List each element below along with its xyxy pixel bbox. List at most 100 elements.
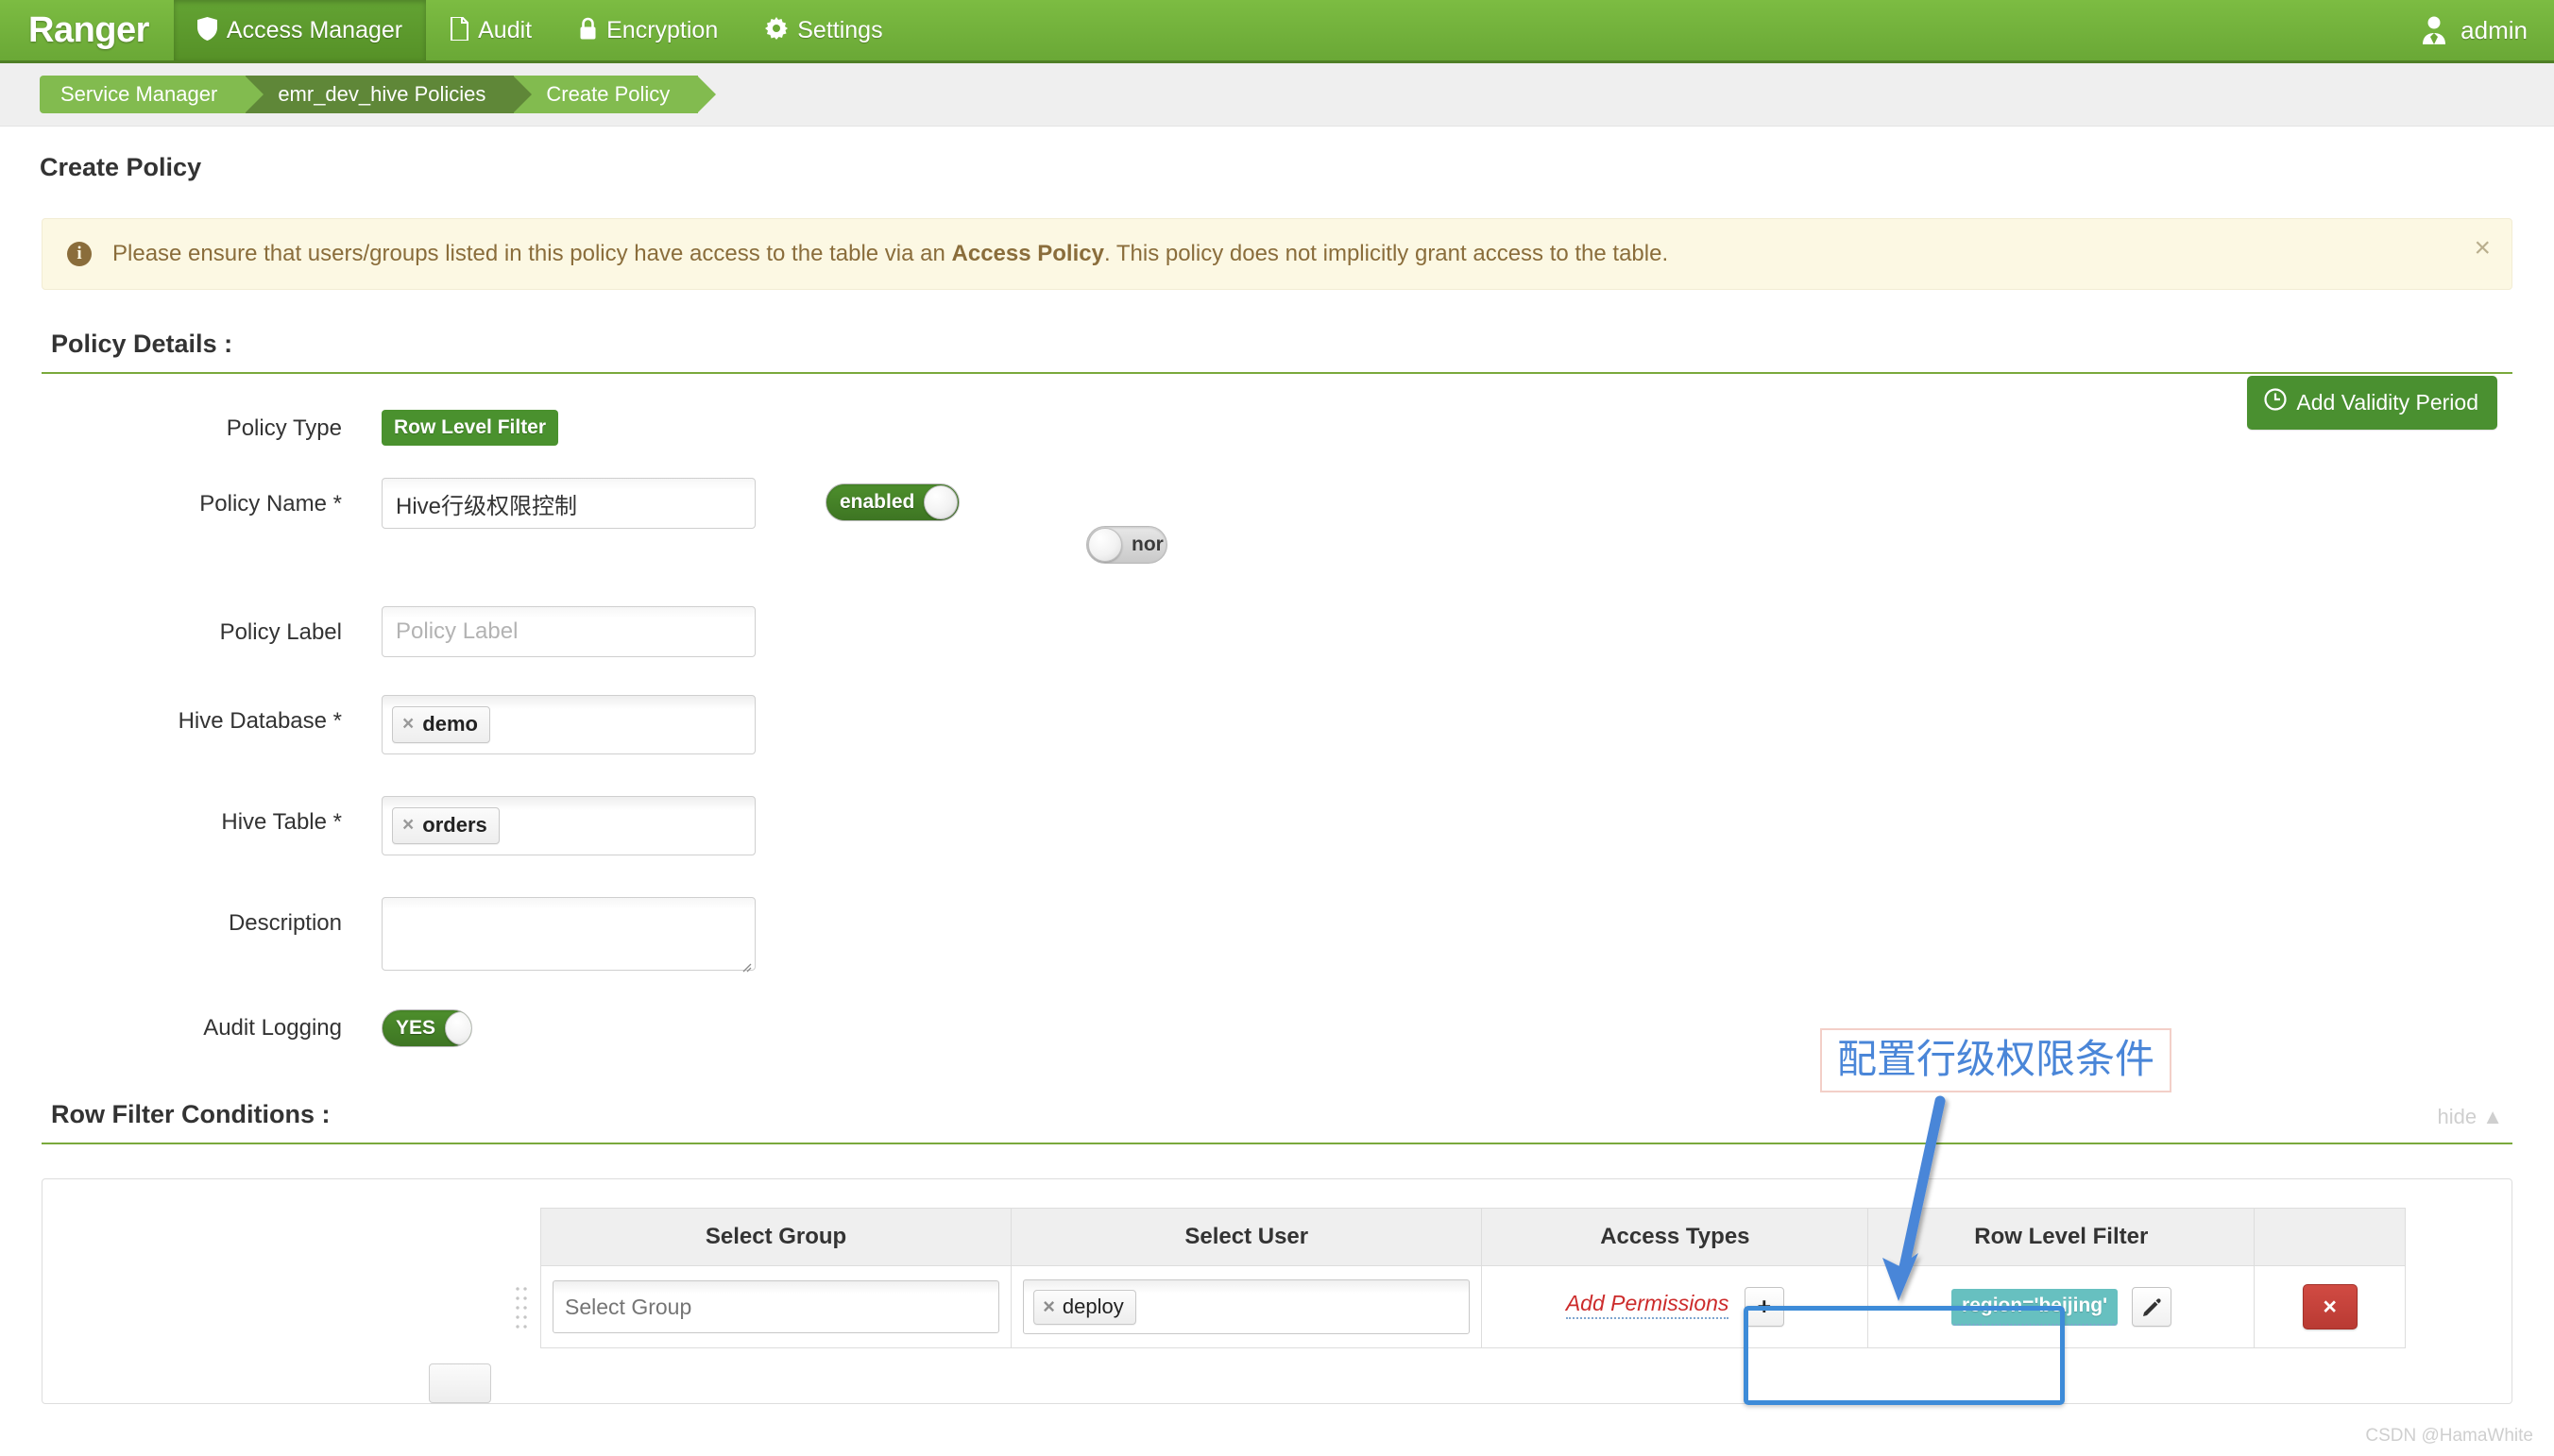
nav-item-encryption[interactable]: Encryption <box>555 0 741 60</box>
row-filter-header: Row Filter Conditions : hide ▲ <box>42 1100 2512 1144</box>
delete-row-button[interactable]: × <box>2303 1284 2358 1329</box>
row-filter-tbody: × deploy Add Permissions + region='b <box>502 1266 2406 1348</box>
alert-text-before: Please ensure that users/groups listed i… <box>112 241 952 266</box>
breadcrumb-label: Service Manager <box>60 82 217 107</box>
drag-dots-icon[interactable] <box>514 1284 529 1329</box>
col-select-group: Select Group <box>541 1209 1012 1266</box>
policy-name-label: Policy Name * <box>42 478 382 518</box>
token-label: deploy <box>1063 1295 1124 1319</box>
policy-details-section: Policy Details : Add Validity Period Pol… <box>42 330 2512 1047</box>
token-hive-database[interactable]: × demo <box>392 706 490 743</box>
policy-enabled-toggle[interactable]: enabled <box>826 483 960 521</box>
audit-logging-toggle-label: YES <box>383 1017 445 1040</box>
nav-item-audit[interactable]: Audit <box>426 0 555 60</box>
add-permissions-plus-button[interactable]: + <box>1745 1287 1784 1327</box>
brand-logo[interactable]: Ranger <box>0 0 174 60</box>
cell-select-group <box>541 1266 1012 1348</box>
user-menu[interactable]: admin <box>2419 0 2554 60</box>
annotation-text: 配置行级权限条件 <box>1837 1040 2154 1079</box>
row-filter-hide-toggle[interactable]: hide ▲ <box>2438 1105 2504 1129</box>
token-remove-icon[interactable]: × <box>402 713 414 736</box>
table-row: × deploy Add Permissions + region='b <box>502 1266 2406 1348</box>
field-row-description: Description <box>42 897 2512 975</box>
token-user[interactable]: × deploy <box>1033 1290 1136 1325</box>
row-filter-title: Row Filter Conditions : <box>51 1100 330 1129</box>
breadcrumb-label: emr_dev_hive Policies <box>278 82 485 107</box>
field-row-policy-name: Policy Name * enabled nor <box>42 478 2512 619</box>
shield-icon <box>197 17 217 44</box>
nav-label-access-manager: Access Manager <box>227 17 402 44</box>
row-filter-table-wrap: Select Group Select User Access Types Ro… <box>43 1208 2511 1348</box>
page-content: i Please ensure that users/groups listed… <box>0 218 2554 1404</box>
row-filter-conditions-section: Row Filter Conditions : hide ▲ Select Gr… <box>42 1100 2512 1404</box>
hive-table-token-input[interactable]: × orders <box>382 796 756 855</box>
token-hive-table[interactable]: × orders <box>392 807 500 844</box>
col-access-types: Access Types <box>1482 1209 1868 1266</box>
token-label: demo <box>422 712 478 736</box>
alert-text-after: . This policy does not implicitly grant … <box>1104 241 1668 266</box>
policy-normal-toggle-label: nor <box>1122 533 1167 556</box>
policy-enabled-toggle-label: enabled <box>826 491 924 514</box>
field-row-policy-type: Policy Type Row Level Filter <box>42 402 2512 446</box>
toggle-knob <box>445 1011 472 1045</box>
field-row-policy-label: Policy Label <box>42 606 2512 657</box>
nav-label-audit: Audit <box>478 17 532 44</box>
breadcrumb-item-service-manager[interactable]: Service Manager <box>40 76 246 113</box>
row-filter-panel: Select Group Select User Access Types Ro… <box>42 1178 2512 1404</box>
add-permissions-link[interactable]: Add Permissions <box>1566 1291 1729 1319</box>
cell-actions: × <box>2255 1266 2406 1348</box>
top-navbar: Ranger Access Manager Audit Encryption S… <box>0 0 2554 63</box>
table-header-row: Select Group Select User Access Types Ro… <box>502 1209 2406 1266</box>
nav-label-settings: Settings <box>797 17 882 44</box>
toggle-knob <box>924 485 958 519</box>
policy-label-input[interactable] <box>382 606 756 657</box>
pencil-icon[interactable] <box>2132 1287 2171 1327</box>
toggle-knob <box>1088 528 1122 562</box>
policy-type-badge: Row Level Filter <box>382 410 558 446</box>
nav-item-access-manager[interactable]: Access Manager <box>174 0 426 60</box>
row-filter-hide-label: hide <box>2438 1105 2477 1128</box>
policy-type-label: Policy Type <box>42 402 382 443</box>
annotation-arrow-icon <box>1876 1095 1999 1327</box>
token-label: orders <box>422 813 486 838</box>
annotation-box: 配置行级权限条件 <box>1820 1028 2171 1092</box>
nav-item-settings[interactable]: Settings <box>741 0 906 60</box>
select-group-input[interactable] <box>553 1280 999 1333</box>
audit-logging-toggle[interactable]: YES <box>382 1009 472 1047</box>
cell-select-user: × deploy <box>1012 1266 1482 1348</box>
policy-name-input[interactable] <box>382 478 756 529</box>
breadcrumb-item-create-policy[interactable]: Create Policy <box>514 76 698 113</box>
policy-normal-toggle[interactable]: nor <box>1086 526 1167 564</box>
row-filter-thead: Select Group Select User Access Types Ro… <box>502 1209 2406 1266</box>
watermark: CSDN @HamaWhite <box>2365 1426 2533 1447</box>
breadcrumb-label: Create Policy <box>546 82 670 107</box>
select-user-token-input[interactable]: × deploy <box>1023 1279 1470 1334</box>
alert-message: Please ensure that users/groups listed i… <box>112 239 1668 268</box>
caret-up-icon: ▲ <box>2482 1105 2503 1128</box>
token-remove-icon[interactable]: × <box>402 814 414 837</box>
row-filter-table: Select Group Select User Access Types Ro… <box>502 1208 2406 1348</box>
user-name-label: admin <box>2460 16 2528 45</box>
breadcrumb-item-policies[interactable]: emr_dev_hive Policies <box>246 76 514 113</box>
file-icon <box>450 17 468 44</box>
alert-close-icon[interactable]: × <box>2474 234 2491 262</box>
gear-icon <box>765 17 788 43</box>
page-title: Create Policy <box>0 127 2554 182</box>
row-drag-cell <box>502 1266 541 1348</box>
token-remove-icon[interactable]: × <box>1043 1295 1055 1319</box>
cell-access-types: Add Permissions + <box>1482 1266 1868 1348</box>
add-row-button[interactable] <box>429 1363 491 1403</box>
policy-details-form: Add Validity Period Policy Type Row Leve… <box>42 374 2512 1047</box>
hive-database-token-input[interactable]: × demo <box>382 695 756 754</box>
policy-label-label: Policy Label <box>42 606 382 647</box>
field-row-hive-database: Hive Database * × demo <box>42 695 2512 754</box>
audit-logging-label: Audit Logging <box>42 1009 382 1042</box>
col-actions <box>2255 1209 2406 1266</box>
breadcrumb-bar: Service Manager emr_dev_hive Policies Cr… <box>0 63 2554 127</box>
nav-label-encryption: Encryption <box>606 17 718 44</box>
breadcrumb: Service Manager emr_dev_hive Policies Cr… <box>40 76 698 113</box>
alert-text-bold: Access Policy <box>952 241 1104 266</box>
hive-database-label: Hive Database * <box>42 695 382 736</box>
policy-details-title: Policy Details : <box>51 330 232 359</box>
description-textarea[interactable] <box>382 897 756 971</box>
